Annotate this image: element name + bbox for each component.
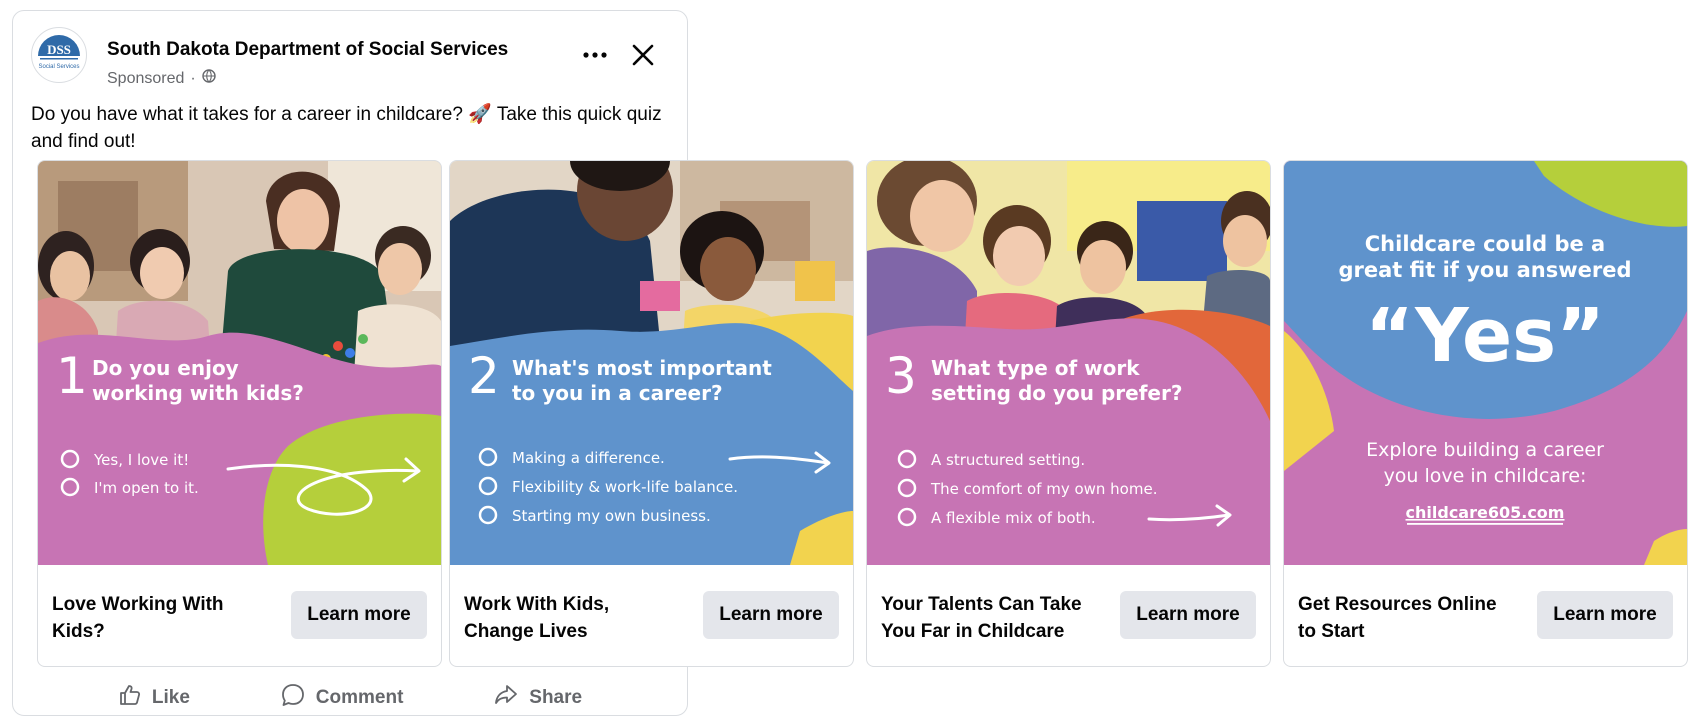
logo-text: DSS [47, 42, 71, 57]
page-avatar[interactable]: DSS Social Services [31, 27, 87, 83]
carousel-card-3[interactable]: 3 What type of work setting do you prefe… [866, 160, 1271, 667]
option-1: A structured setting. [931, 451, 1085, 469]
card-footer-2: Work With Kids, Change Lives Learn more [450, 565, 853, 666]
carousel-card-1[interactable]: 1 Do you enjoy working with kids? Yes, I… [37, 160, 442, 667]
question-number: 2 [468, 347, 500, 405]
share-icon [493, 682, 519, 714]
explore-line-2: you love in childcare: [1384, 465, 1587, 487]
learn-more-button[interactable]: Learn more [1537, 591, 1673, 639]
card-image-4[interactable]: Childcare could be a great fit if you an… [1284, 161, 1687, 565]
learn-more-button[interactable]: Learn more [1120, 591, 1256, 639]
website-url: childcare605.com [1406, 503, 1565, 522]
thumbs-up-icon [118, 683, 142, 713]
question-line-1: Do you enjoy [92, 356, 239, 380]
comment-icon [280, 682, 306, 714]
card-image-1[interactable]: 1 Do you enjoy working with kids? Yes, I… [38, 161, 441, 565]
card-image-3[interactable]: 3 What type of work setting do you prefe… [867, 161, 1270, 565]
logo-subtext: Social Services [38, 64, 79, 70]
sponsored-label[interactable]: Sponsored [107, 70, 184, 88]
like-label: Like [151, 687, 190, 708]
meta-separator: · [190, 69, 196, 87]
question-line-2: to you in a career? [512, 381, 723, 405]
question-number: 1 [56, 347, 88, 405]
card-headline[interactable]: Get Resources Online to Start [1298, 591, 1508, 645]
post-actions: Like Comment Share [13, 683, 687, 713]
carousel-card-4[interactable]: Childcare could be a great fit if you an… [1283, 160, 1688, 667]
card-headline[interactable]: Your Talents Can Take You Far in Childca… [881, 591, 1091, 645]
question-line-2: working with kids? [92, 381, 304, 405]
comment-button[interactable]: Comment [280, 682, 404, 714]
explore-line-1: Explore building a career [1366, 439, 1604, 461]
final-line-2: great fit if you answered [1339, 258, 1632, 282]
post-meta: Sponsored · [107, 69, 216, 88]
question-line-2: setting do you prefer? [931, 381, 1182, 405]
option-2: I'm open to it. [94, 479, 199, 497]
post-header: DSS Social Services South Dakota Departm… [31, 27, 669, 87]
yes-text: “Yes” [1365, 293, 1605, 379]
post-caption: Do you have what it takes for a career i… [31, 104, 662, 152]
option-3: A flexible mix of both. [931, 509, 1096, 527]
close-icon[interactable] [627, 39, 659, 71]
page-name[interactable]: South Dakota Department of Social Servic… [107, 39, 508, 61]
option-1: Yes, I love it! [93, 451, 189, 469]
option-3: Starting my own business. [512, 507, 711, 525]
card-footer-4: Get Resources Online to Start Learn more [1284, 565, 1687, 666]
more-options-icon[interactable] [577, 41, 613, 69]
learn-more-button[interactable]: Learn more [291, 591, 427, 639]
like-button[interactable]: Like [118, 683, 190, 713]
card-headline[interactable]: Love Working With Kids? [52, 591, 262, 645]
carousel-card-2[interactable]: 2 What's most important to you in a care… [449, 160, 854, 667]
card-footer-1: Love Working With Kids? Learn more [38, 565, 441, 666]
comment-label: Comment [315, 687, 404, 708]
learn-more-button[interactable]: Learn more [703, 591, 839, 639]
card-footer-3: Your Talents Can Take You Far in Childca… [867, 565, 1270, 666]
option-1: Making a difference. [512, 449, 665, 467]
card-image-2[interactable]: 2 What's most important to you in a care… [450, 161, 853, 565]
dss-logo: DSS Social Services [38, 35, 80, 70]
globe-icon [202, 69, 216, 88]
share-button[interactable]: Share [493, 682, 582, 714]
question-line-1: What type of work [931, 356, 1140, 380]
option-2: The comfort of my own home. [930, 480, 1157, 498]
question-line-1: What's most important [512, 356, 772, 380]
share-label: Share [529, 687, 583, 708]
final-line-1: Childcare could be a [1365, 232, 1605, 256]
card-headline[interactable]: Work With Kids, Change Lives [464, 591, 674, 645]
option-2: Flexibility & work-life balance. [512, 478, 738, 496]
question-number: 3 [885, 347, 917, 405]
